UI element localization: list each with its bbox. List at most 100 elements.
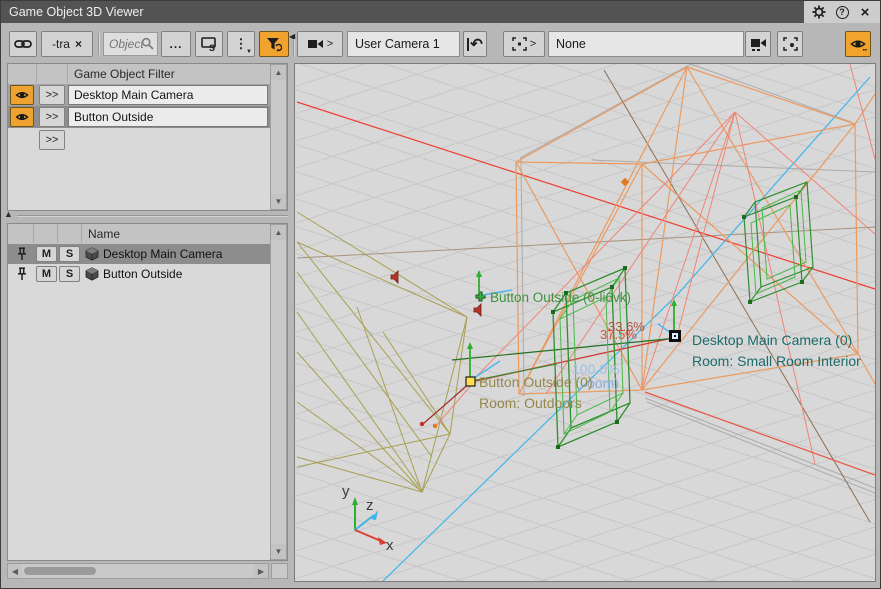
display-settings-button[interactable]: S	[195, 31, 223, 57]
game-object-3d-viewer-window: Game Object 3D Viewer ? ×	[0, 0, 881, 589]
user-camera-field[interactable]	[347, 31, 460, 57]
menu-caret-icon: ▼	[246, 49, 252, 55]
focus-selection-button[interactable]	[777, 31, 803, 57]
filter-row-eye-button[interactable]	[10, 107, 34, 127]
filter-row[interactable]: >> Desktop Main Camera	[8, 84, 270, 106]
chevron-icon: >	[327, 38, 333, 50]
hscroll-thumb[interactable]	[24, 567, 96, 575]
pin-icon[interactable]	[16, 247, 28, 261]
filter-header-expand-col	[37, 64, 68, 83]
camera-selection-handle[interactable]	[669, 330, 681, 342]
eye-icon	[850, 38, 867, 51]
visibility-toggle-button[interactable]	[845, 31, 871, 57]
object-move-button[interactable]: M	[36, 246, 57, 262]
scroll-up-icon[interactable]: ▲	[271, 225, 286, 240]
filter-row-expand-button[interactable]: >>	[39, 85, 65, 105]
object-move-button[interactable]: M	[36, 266, 57, 282]
help-icon[interactable]: ?	[834, 4, 850, 20]
chevron-icon: >	[530, 38, 536, 50]
scroll-down-icon[interactable]: ▼	[271, 194, 286, 209]
object-row-name: Button Outside	[103, 267, 182, 281]
chain-link-icon	[14, 38, 32, 50]
close-icon[interactable]: ×	[857, 4, 873, 20]
scrollbar-corner	[271, 563, 288, 579]
scroll-up-icon[interactable]: ▲	[271, 65, 286, 80]
filter-row-eye-button[interactable]	[10, 85, 34, 105]
frame-select-icon	[512, 37, 527, 51]
eye-icon	[15, 90, 30, 101]
camera-frustum-olive	[297, 212, 467, 492]
green-box-wireframe-right	[742, 182, 813, 304]
video-camera-small-icon	[750, 38, 767, 51]
plus-gizmo-icon	[476, 292, 485, 301]
search-icon	[141, 37, 154, 50]
focus-frame-icon	[783, 37, 798, 51]
settings-gear-icon[interactable]	[811, 4, 827, 20]
orange-point-marker	[433, 424, 437, 428]
panel-splitter[interactable]	[17, 215, 288, 217]
cube-icon	[85, 247, 99, 261]
splitter-collapse-icon[interactable]: ▲	[4, 209, 13, 219]
objects-header-s-col	[58, 224, 82, 243]
room-select-button[interactable]: >	[503, 31, 545, 57]
scroll-right-icon[interactable]: ▶	[254, 564, 268, 578]
cube-icon	[85, 267, 99, 281]
audio-gizmo-icon	[474, 304, 481, 316]
camera-view-button[interactable]	[745, 31, 771, 57]
scroll-left-icon[interactable]: ◀	[8, 564, 22, 578]
toolbar-separator-2	[293, 39, 295, 57]
filter-row-expand-button[interactable]: >>	[39, 107, 65, 127]
filter-row-name[interactable]: Button Outside	[68, 107, 268, 127]
percent-label-bottom: 37.5%	[600, 327, 637, 342]
objects-header-m-col	[34, 224, 58, 243]
axis-z-label: z	[366, 497, 374, 514]
object-select-button[interactable]: S	[59, 246, 80, 262]
filter-funnel-icon	[266, 37, 282, 52]
objects-header-name: Name	[82, 224, 270, 243]
scroll-down-icon[interactable]: ▼	[271, 544, 286, 559]
room-outdoors-label: Room: Outdoors	[479, 395, 582, 411]
titlebar[interactable]: Game Object 3D Viewer ? ×	[1, 1, 880, 23]
filter-row-name[interactable]: Desktop Main Camera	[68, 85, 268, 105]
orange-diamond-marker	[621, 178, 629, 186]
object-row-selected[interactable]: M S Desktop Main Camera	[8, 244, 270, 264]
link-button[interactable]	[9, 31, 37, 57]
display-s-icon: S	[201, 37, 217, 52]
ellipsis-icon: ...	[169, 37, 182, 51]
more-options-button[interactable]: ...	[161, 31, 191, 57]
axis-y-label: y	[342, 483, 350, 500]
desktop-camera-label: Desktop Main Camera (0)	[692, 332, 852, 348]
filter-scrollbar[interactable]: ▲ ▼	[270, 64, 287, 210]
objects-header-pin-col	[8, 224, 34, 243]
toolbar-separator	[98, 33, 100, 55]
objects-hscrollbar[interactable]: ◀ ▶	[7, 563, 269, 579]
object-select-button[interactable]: S	[59, 266, 80, 282]
room-field[interactable]	[548, 31, 744, 57]
filter-toggle-button[interactable]	[259, 31, 289, 57]
filter-row-expand-button[interactable]: >>	[39, 130, 65, 150]
filter-row-empty: >>	[8, 128, 270, 150]
objects-panel-header: Name	[8, 224, 287, 245]
eye-icon	[15, 112, 30, 123]
filter-tag-chip[interactable]: -tra ×	[41, 31, 93, 57]
object-row[interactable]: M S Button Outside	[8, 264, 270, 284]
filter-row[interactable]: >> Button Outside	[8, 106, 270, 128]
filter-header-visibility-col	[8, 64, 37, 83]
menu-button[interactable]: ⋮ ▼	[227, 31, 255, 57]
ground-line	[604, 70, 870, 522]
filter-tag-label: -tra	[52, 37, 70, 51]
button-selection-handle[interactable]	[466, 377, 475, 386]
button-outside-full-label: Button Outside (0-li6vk)	[490, 290, 631, 305]
viewport-canvas[interactable]: Button Outside (0-li6vk) 33.6% 37.5% 100…	[294, 63, 876, 582]
object-row-name: Desktop Main Camera	[103, 247, 222, 261]
gray-wireframe	[520, 64, 875, 493]
button-outside-label: Button Outside (0)	[479, 374, 593, 390]
axis-x-label: x	[386, 537, 394, 554]
pin-icon[interactable]	[16, 267, 28, 281]
filter-panel-header: Game Object Filter	[8, 64, 287, 85]
filter-tag-close-icon[interactable]: ×	[75, 37, 82, 51]
objects-scrollbar[interactable]: ▲ ▼	[270, 224, 287, 560]
camera-select-button[interactable]: >	[297, 31, 343, 57]
reset-camera-button[interactable]: ↶	[463, 31, 487, 57]
game-object-filter-panel: Game Object Filter >> Desktop Main Camer…	[7, 63, 288, 211]
